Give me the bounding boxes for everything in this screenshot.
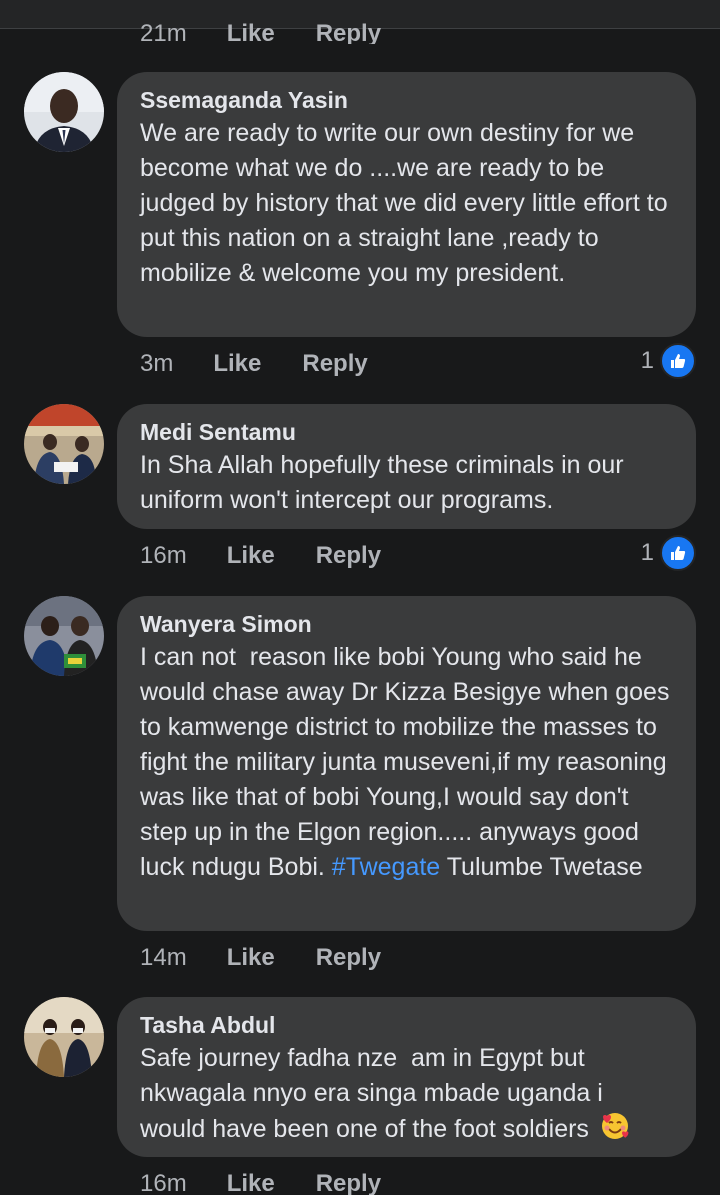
- reply-button[interactable]: Reply: [302, 350, 367, 378]
- reaction-summary[interactable]: 1: [641, 343, 696, 379]
- comment-text: In Sha Allah hopefully these criminals i…: [140, 451, 631, 514]
- comment-time[interactable]: 16m: [140, 542, 187, 570]
- reaction-summary[interactable]: 1: [641, 535, 696, 571]
- previous-comment-actions: 21m Like Reply: [140, 14, 381, 44]
- avatar[interactable]: [24, 404, 104, 484]
- comment-time[interactable]: 3m: [140, 350, 173, 378]
- reply-button[interactable]: Reply: [316, 944, 381, 972]
- thumbs-up-icon: [660, 535, 696, 571]
- comments-page: 21m Like Reply Ssemaganda Yasin We are r…: [0, 0, 720, 1195]
- avatar[interactable]: [24, 997, 104, 1077]
- avatar[interactable]: [24, 596, 104, 676]
- comment-text-part: I can not reason like bobi Young who sai…: [140, 643, 677, 881]
- comment-text: We are ready to write our own destiny fo…: [140, 119, 675, 287]
- like-button[interactable]: Like: [227, 1170, 275, 1195]
- comment-time[interactable]: 14m: [140, 944, 187, 972]
- like-button[interactable]: Like: [227, 542, 275, 570]
- comment-author[interactable]: Medi Sentamu: [140, 418, 674, 446]
- comment-actions: 14m Like Reply: [140, 943, 422, 973]
- comment-text-part: Safe journey fadha nze am in Egypt but n…: [140, 1044, 610, 1143]
- comment-text: Safe journey fadha nze am in Egypt but n…: [140, 1041, 674, 1147]
- comment-bubble: Wanyera Simon I can not reason like bobi…: [117, 596, 696, 931]
- avatar[interactable]: [24, 72, 104, 152]
- comment-author[interactable]: Tasha Abdul: [140, 1011, 674, 1039]
- comment-bubble: Medi Sentamu In Sha Allah hopefully thes…: [117, 404, 696, 529]
- previous-like-button[interactable]: Like: [227, 20, 275, 44]
- comment-bubble: Ssemaganda Yasin We are ready to write o…: [117, 72, 696, 337]
- like-button[interactable]: Like: [227, 944, 275, 972]
- reply-button[interactable]: Reply: [316, 1170, 381, 1195]
- comment-author[interactable]: Ssemaganda Yasin: [140, 86, 674, 114]
- comment-text-part: Tulumbe Twetase: [440, 853, 643, 881]
- reaction-count: 1: [640, 539, 654, 566]
- comment-time[interactable]: 16m: [140, 1170, 187, 1195]
- smiling-face-with-hearts-icon: [600, 1111, 630, 1141]
- reaction-count: 1: [640, 347, 654, 374]
- hashtag-link[interactable]: #Twegate: [332, 853, 440, 881]
- comment-actions: 16m Like Reply: [140, 541, 422, 571]
- previous-comment-time: 21m: [140, 20, 187, 44]
- comment-bubble: Tasha Abdul Safe journey fadha nze am in…: [117, 997, 696, 1157]
- comment-actions: 16m Like Reply: [140, 1169, 422, 1195]
- like-button[interactable]: Like: [213, 350, 261, 378]
- comment-author[interactable]: Wanyera Simon: [140, 610, 674, 638]
- reply-button[interactable]: Reply: [316, 542, 381, 570]
- previous-reply-button[interactable]: Reply: [316, 20, 381, 44]
- comment-text: I can not reason like bobi Young who sai…: [140, 640, 674, 885]
- thumbs-up-icon: [660, 343, 696, 379]
- comment-actions: 3m Like Reply: [140, 349, 409, 379]
